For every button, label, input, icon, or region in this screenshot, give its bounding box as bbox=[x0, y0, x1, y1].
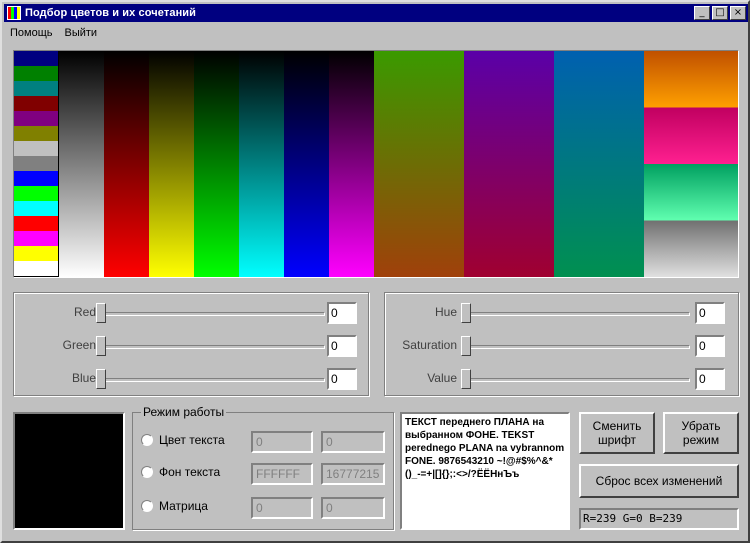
red-track[interactable] bbox=[100, 312, 325, 316]
saturation-track[interactable] bbox=[465, 345, 690, 349]
maximize-button[interactable]: □ bbox=[712, 6, 728, 20]
background-radio[interactable] bbox=[141, 466, 153, 478]
green-slider-thumb[interactable] bbox=[96, 336, 106, 356]
palette-gradient-yellow[interactable] bbox=[149, 51, 194, 277]
blue-slider-thumb[interactable] bbox=[96, 369, 106, 389]
menu-exit[interactable]: Выйти bbox=[59, 27, 104, 39]
value-value-field[interactable]: 0 bbox=[695, 368, 725, 390]
red-slider-thumb[interactable] bbox=[96, 303, 106, 323]
red-value-field[interactable]: 0 bbox=[327, 302, 357, 324]
hue-track[interactable] bbox=[465, 312, 690, 316]
palette-basic-swatch[interactable] bbox=[14, 156, 58, 171]
palette-basic-swatch[interactable] bbox=[14, 261, 58, 276]
mode-matrix-option[interactable]: Матрица bbox=[141, 499, 208, 513]
palette-basic-swatch[interactable] bbox=[14, 201, 58, 216]
color-palette[interactable] bbox=[13, 50, 739, 278]
mode-background-option[interactable]: Фон текста bbox=[141, 465, 220, 479]
background-hex-field[interactable]: FFFFFF bbox=[251, 463, 313, 485]
palette-gradient-gray[interactable] bbox=[59, 51, 104, 277]
menu-help[interactable]: Помощь bbox=[4, 27, 59, 39]
palette-basic-swatch[interactable] bbox=[14, 126, 58, 141]
background-label: Фон текста bbox=[159, 465, 221, 479]
palette-basic-swatch[interactable] bbox=[14, 111, 58, 126]
main-window: Подбор цветов и их сочетаний _ □ × Помощ… bbox=[0, 0, 750, 543]
close-button[interactable]: × bbox=[730, 6, 746, 20]
window-title: Подбор цветов и их сочетаний bbox=[25, 7, 197, 19]
value-label: Value bbox=[427, 371, 457, 385]
green-track[interactable] bbox=[100, 345, 325, 349]
green-value-field[interactable]: 0 bbox=[327, 335, 357, 357]
value-slider-thumb[interactable] bbox=[461, 369, 471, 389]
menu-bar: Помощь Выйти bbox=[4, 23, 748, 42]
text-color-hex-field[interactable]: 0 bbox=[251, 431, 313, 453]
palette-basic-swatch[interactable] bbox=[14, 231, 58, 246]
blue-label: Blue bbox=[71, 371, 96, 385]
reset-all-button[interactable]: Сброс всех изменений bbox=[579, 464, 739, 498]
saturation-label: Saturation bbox=[402, 338, 457, 352]
color-preview bbox=[13, 412, 125, 530]
mode-legend: Режим работы bbox=[141, 405, 227, 419]
palette-basic-swatch[interactable] bbox=[14, 51, 58, 66]
background-dec-field[interactable]: 16777215 bbox=[321, 463, 385, 485]
hue-slider-thumb[interactable] bbox=[461, 303, 471, 323]
matrix-hex-field[interactable]: 0 bbox=[251, 497, 313, 519]
palette-gradient-red[interactable] bbox=[104, 51, 149, 277]
palette-basic-swatch[interactable] bbox=[14, 66, 58, 81]
minimize-button[interactable]: _ bbox=[694, 6, 710, 20]
sample-text-area[interactable]: ТЕКСТ переднего ПЛАНА на выбранном ФОНЕ.… bbox=[400, 412, 570, 530]
palette-gradient-olive-brown[interactable] bbox=[374, 51, 464, 277]
change-font-button[interactable]: Сменить шрифт bbox=[579, 412, 655, 454]
value-track[interactable] bbox=[465, 378, 690, 382]
text-color-dec-field[interactable]: 0 bbox=[321, 431, 385, 453]
title-bar[interactable]: Подбор цветов и их сочетаний _ □ × bbox=[4, 4, 748, 22]
palette-gradient-magenta[interactable] bbox=[329, 51, 374, 277]
mode-group: Режим работы Цвет текста 0 0 Фон текста … bbox=[132, 405, 394, 530]
saturation-slider-thumb[interactable] bbox=[461, 336, 471, 356]
palette-mixed-column[interactable] bbox=[644, 51, 738, 277]
palette-basic-swatch[interactable] bbox=[14, 81, 58, 96]
hsv-group: Hue 0 Saturation 0 Value 0 bbox=[384, 292, 739, 396]
matrix-dec-field[interactable]: 0 bbox=[321, 497, 385, 519]
matrix-radio[interactable] bbox=[141, 500, 153, 512]
palette-basic-swatch[interactable] bbox=[14, 171, 58, 186]
palette-gradient-purple-crimson[interactable] bbox=[464, 51, 554, 277]
palette-gradient-green[interactable] bbox=[194, 51, 239, 277]
remove-mode-button[interactable]: Убрать режим bbox=[663, 412, 739, 454]
hue-value-field[interactable]: 0 bbox=[695, 302, 725, 324]
palette-gradient-teal-blue[interactable] bbox=[554, 51, 644, 277]
mode-text-color-option[interactable]: Цвет текста bbox=[141, 433, 225, 447]
palette-gradient-blue[interactable] bbox=[284, 51, 329, 277]
palette-basic-swatch[interactable] bbox=[14, 141, 58, 156]
saturation-value-field[interactable]: 0 bbox=[695, 335, 725, 357]
palette-gradient-cyan[interactable] bbox=[239, 51, 284, 277]
palette-basic-swatch[interactable] bbox=[14, 96, 58, 111]
red-label: Red bbox=[73, 305, 96, 319]
matrix-label: Матрица bbox=[159, 499, 208, 513]
app-icon bbox=[7, 6, 21, 20]
rgb-status-readout: R=239 G=0 B=239 bbox=[579, 508, 739, 530]
blue-track[interactable] bbox=[100, 378, 325, 382]
palette-basic-swatch[interactable] bbox=[14, 246, 58, 261]
blue-value-field[interactable]: 0 bbox=[327, 368, 357, 390]
text-color-label: Цвет текста bbox=[159, 433, 225, 447]
green-label: Green bbox=[62, 338, 96, 352]
text-color-radio[interactable] bbox=[141, 434, 153, 446]
rgb-group: Red 0 Green 0 Blue 0 bbox=[13, 292, 369, 396]
palette-basic-swatch[interactable] bbox=[14, 186, 58, 201]
hue-label: Hue bbox=[434, 305, 457, 319]
palette-basic-swatch[interactable] bbox=[14, 216, 58, 231]
